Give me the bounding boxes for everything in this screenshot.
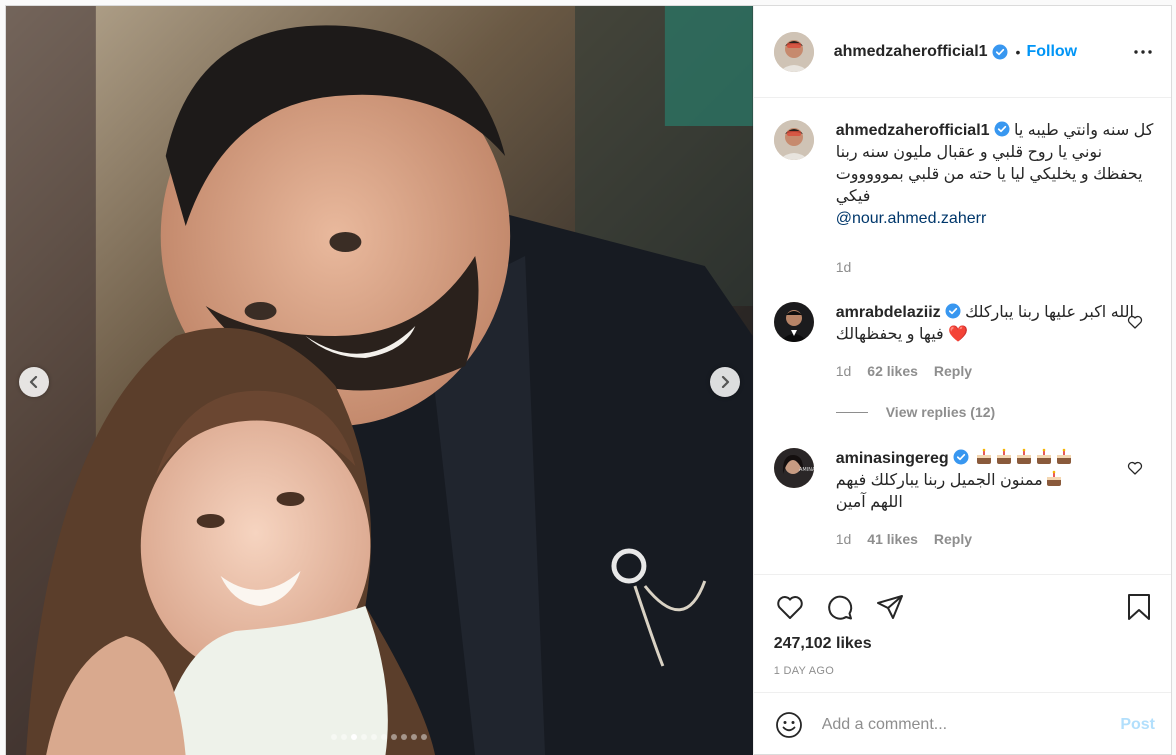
post-comment-button[interactable]: Post <box>1120 716 1155 734</box>
comment-meta: 1d 62 likes Reply <box>836 360 1155 382</box>
heart-icon[interactable] <box>774 591 806 623</box>
emoji-icon[interactable] <box>774 710 804 740</box>
slide-dot <box>371 734 378 740</box>
like-comment-icon[interactable] <box>1127 314 1143 330</box>
caption-author-avatar[interactable] <box>773 120 814 160</box>
chevron-right-icon <box>721 376 730 388</box>
cake-emoji-icon <box>1057 448 1072 464</box>
cake-emoji <box>1043 470 1063 489</box>
comment-composer: Post <box>753 692 1171 755</box>
view-replies-label: View replies (12) <box>885 404 996 420</box>
follow-button[interactable]: Follow <box>1026 43 1077 61</box>
slide-dot <box>401 734 408 740</box>
caption: ahmedzaherofficial1 كل سنه وانتي طيبه يا… <box>773 120 1155 278</box>
verified-badge-icon <box>953 449 969 465</box>
cake-emoji-icon <box>1046 470 1061 486</box>
cake-emoji-icon <box>977 448 992 464</box>
slide-indicator <box>6 734 753 740</box>
slide-dot <box>351 734 358 740</box>
likes-count[interactable]: 247,102 likes <box>774 635 1155 653</box>
author-avatar[interactable] <box>773 31 814 72</box>
comment-input[interactable] <box>821 715 1121 734</box>
post-photo <box>6 6 753 755</box>
post-media[interactable] <box>6 6 753 755</box>
separator-dot: • <box>1015 43 1021 60</box>
comment-time[interactable]: 1d <box>836 528 852 550</box>
bookmark-icon[interactable] <box>1123 591 1155 623</box>
caption-meta: 1d <box>836 256 1155 278</box>
comment-text-line2: اللهم آمين <box>835 494 903 511</box>
verified-badge-icon <box>945 303 961 319</box>
instagram-post-modal: ahmedzaherofficial1 • Follow ahmedzahero… <box>5 5 1172 755</box>
cake-emoji-icon <box>997 448 1012 464</box>
caption-username[interactable]: ahmedzaherofficial1 <box>836 122 990 139</box>
post-sidebar: ahmedzaherofficial1 • Follow ahmedzahero… <box>752 6 1171 755</box>
slide-dot <box>411 734 418 740</box>
posted-time[interactable]: 1 DAY AGO <box>774 665 1155 677</box>
comment-likes[interactable]: 62 likes <box>867 360 918 382</box>
post-header: ahmedzaherofficial1 • Follow <box>753 6 1171 98</box>
chevron-left-icon <box>29 376 38 388</box>
comment-item: amrabdelaziiz الله اكبر عليها ربنا يبارك… <box>773 302 1155 382</box>
next-slide-button[interactable] <box>710 367 740 397</box>
commenter-username[interactable]: amrabdelaziiz <box>836 304 941 321</box>
replies-divider <box>835 411 868 413</box>
commenter-username[interactable]: aminasingereg <box>836 450 949 467</box>
comment-text: ممنون الجميل ربنا يباركلك فيهم <box>835 472 1043 489</box>
caption-mention-link[interactable]: @nour.ahmed.zaherr <box>836 210 987 227</box>
post-actions: 247,102 likes 1 DAY AGO <box>753 574 1171 692</box>
slide-dot <box>341 734 348 740</box>
comment-icon[interactable] <box>824 591 856 623</box>
more-options-icon[interactable] <box>1131 40 1155 64</box>
cake-emoji-icon <box>1037 448 1052 464</box>
share-icon[interactable] <box>874 591 906 623</box>
caption-time[interactable]: 1d <box>836 256 852 278</box>
svg-text:AMINA: AMINA <box>799 467 814 473</box>
cake-emoji-icon <box>1017 448 1032 464</box>
reply-button[interactable]: Reply <box>934 528 972 550</box>
comments-list: ahmedzaherofficial1 كل سنه وانتي طيبه يا… <box>754 98 1171 574</box>
slide-dot <box>391 734 398 740</box>
verified-badge-icon <box>994 121 1010 137</box>
comment-time[interactable]: 1d <box>836 360 852 382</box>
reply-button[interactable]: Reply <box>934 360 972 382</box>
commenter-avatar[interactable]: AMINA <box>773 448 814 488</box>
comment-item: AMINA aminasingereg ممنون الجميل ربنا يب… <box>773 448 1155 550</box>
verified-badge-icon <box>992 44 1008 59</box>
view-replies-button[interactable]: View replies (12) <box>835 404 1155 420</box>
heart-emoji: ❤️ <box>948 326 969 343</box>
slide-dot <box>361 734 368 740</box>
like-comment-icon[interactable] <box>1127 460 1143 476</box>
comment-meta: 1d 41 likes Reply <box>836 528 1155 550</box>
slide-dot <box>381 734 388 740</box>
commenter-avatar[interactable] <box>773 302 814 342</box>
author-username[interactable]: ahmedzaherofficial1 <box>834 43 988 61</box>
slide-dot <box>331 734 338 740</box>
previous-slide-button[interactable] <box>19 367 49 397</box>
cake-emojis <box>973 448 1073 467</box>
slide-dot <box>421 734 428 740</box>
comment-likes[interactable]: 41 likes <box>867 528 918 550</box>
